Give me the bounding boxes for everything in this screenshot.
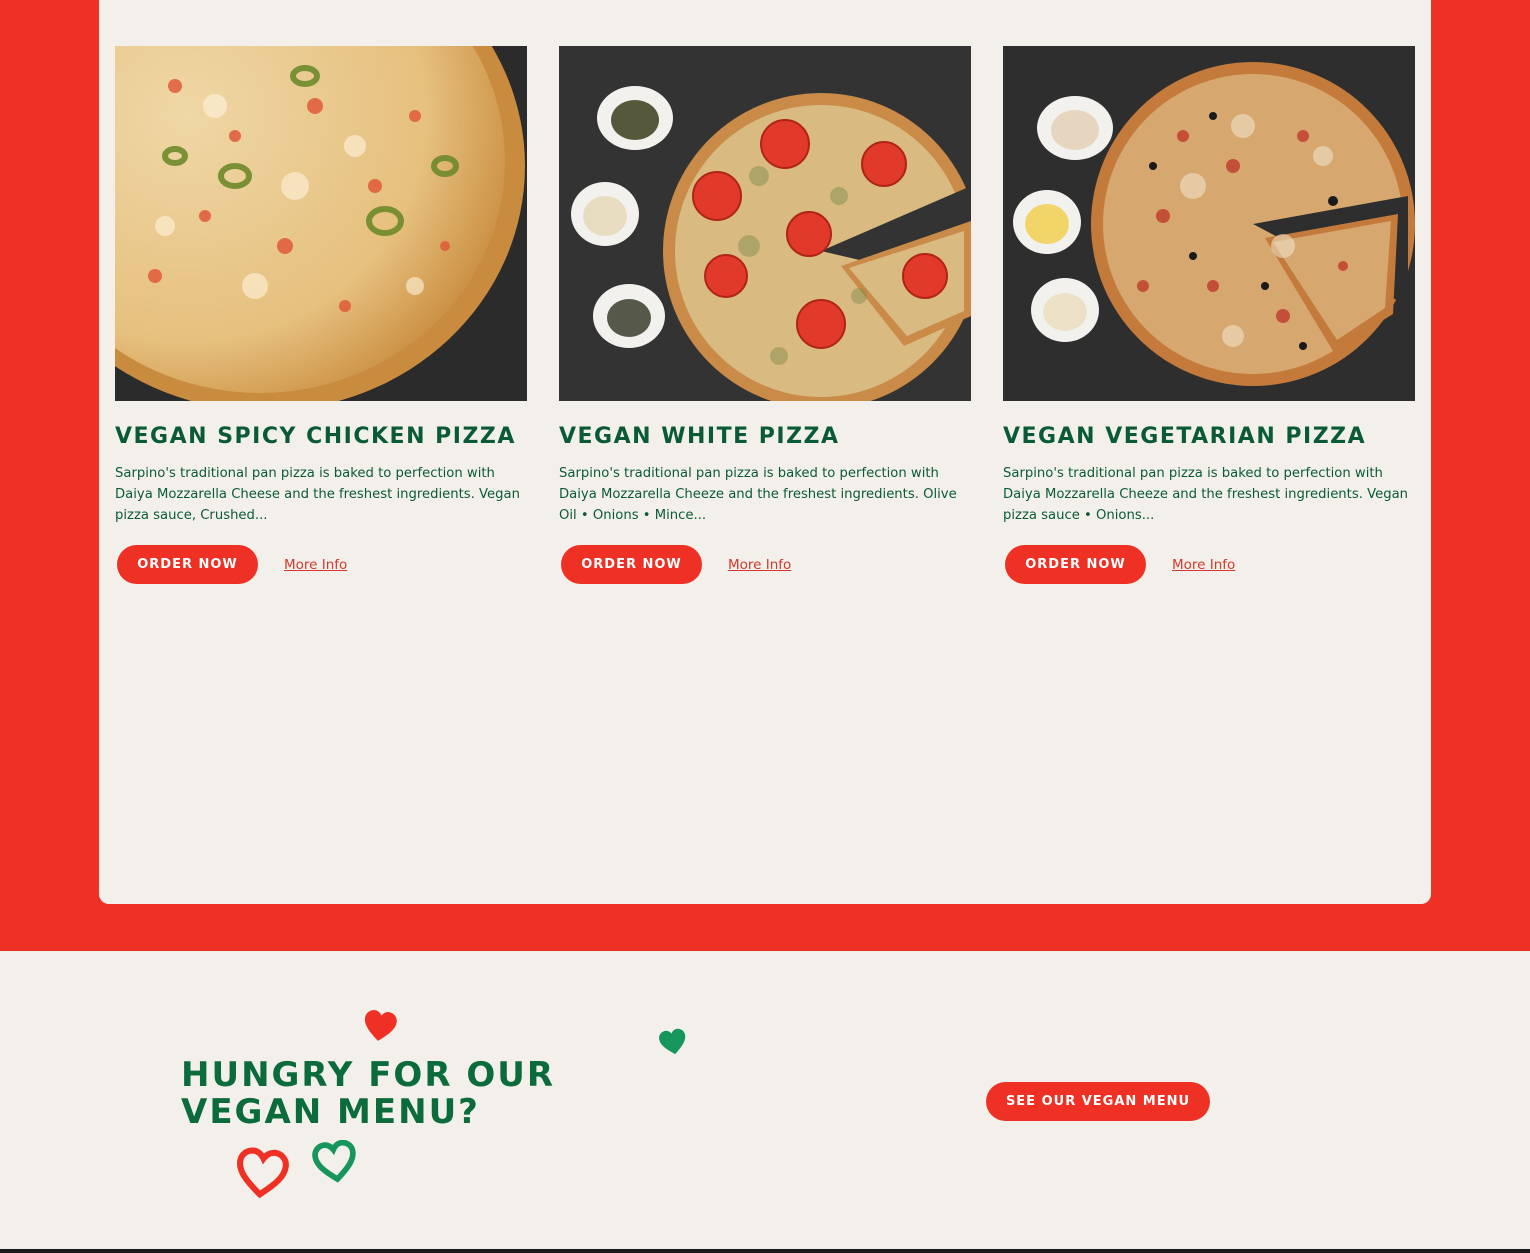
see-vegan-menu-button[interactable]: SEE OUR VEGAN MENU bbox=[986, 1082, 1210, 1121]
product-image[interactable] bbox=[1003, 46, 1415, 401]
cta-heading: Hungry for our vegan menu? bbox=[181, 1055, 556, 1132]
product-title: Vegan Vegetarian Pizza bbox=[1003, 424, 1367, 449]
product-description: Sarpino's traditional pan pizza is baked… bbox=[115, 466, 520, 523]
footer-divider bbox=[0, 1249, 1530, 1253]
product-card: Vegan Vegetarian Pizza Sarpino's traditi… bbox=[1003, 46, 1415, 584]
product-image[interactable] bbox=[559, 46, 971, 401]
order-now-button[interactable]: ORDER NOW bbox=[117, 545, 258, 584]
heart-outline-icon bbox=[312, 1140, 356, 1183]
product-description: Sarpino's traditional pan pizza is baked… bbox=[1003, 466, 1409, 523]
more-info-link[interactable]: More Info bbox=[728, 557, 791, 573]
heart-icon bbox=[364, 1010, 397, 1041]
product-image[interactable] bbox=[115, 46, 527, 401]
product-title: Vegan White Pizza bbox=[559, 424, 840, 449]
product-card: Vegan White Pizza Sarpino's traditional … bbox=[559, 46, 971, 584]
more-info-link[interactable]: More Info bbox=[1172, 557, 1235, 573]
product-title: Vegan Spicy Chicken Pizza bbox=[115, 424, 516, 449]
product-card-container: Vegan Spicy Chicken Pizza Sarpino's trad… bbox=[99, 0, 1431, 904]
product-card: Vegan Spicy Chicken Pizza Sarpino's trad… bbox=[115, 46, 527, 584]
heart-outline-icon bbox=[237, 1147, 289, 1199]
heart-icon bbox=[659, 1028, 686, 1055]
product-description: Sarpino's traditional pan pizza is baked… bbox=[559, 466, 957, 523]
vegan-menu-cta: Hungry for our vegan menu? SEE OUR VEGAN… bbox=[0, 951, 1530, 1249]
product-actions: ORDER NOW More Info bbox=[559, 545, 971, 584]
order-now-button[interactable]: ORDER NOW bbox=[561, 545, 702, 584]
product-actions: ORDER NOW More Info bbox=[1003, 545, 1415, 584]
order-now-button[interactable]: ORDER NOW bbox=[1005, 545, 1146, 584]
more-info-link[interactable]: More Info bbox=[284, 557, 347, 573]
menu-section: Vegan Spicy Chicken Pizza Sarpino's trad… bbox=[0, 0, 1530, 951]
product-actions: ORDER NOW More Info bbox=[115, 545, 527, 584]
